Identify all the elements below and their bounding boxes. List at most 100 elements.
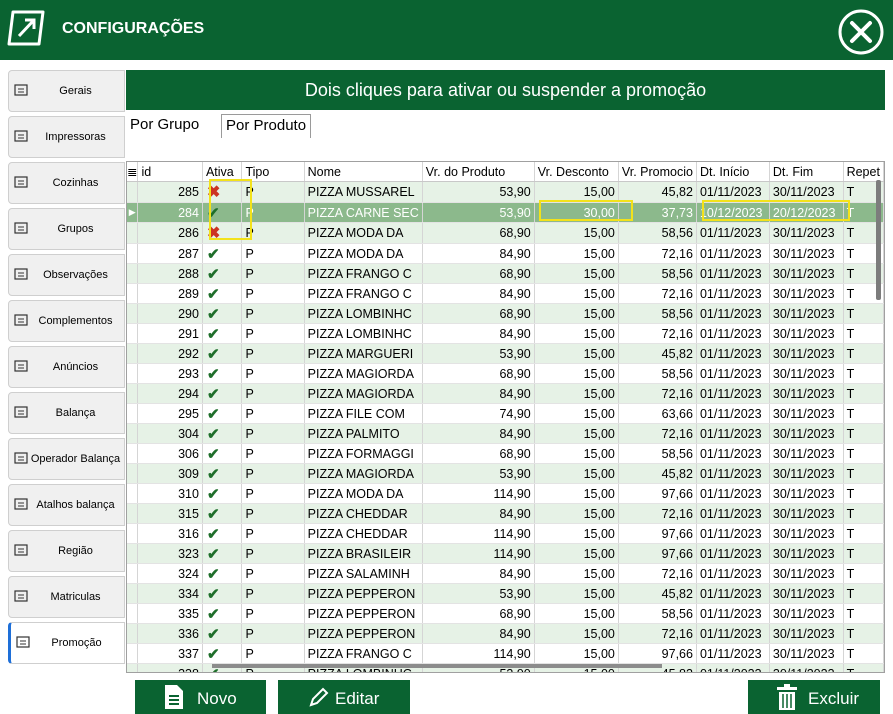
column-header[interactable]: Tipo	[241, 162, 305, 182]
table-row[interactable]: 336 ✔ P PIZZA PEPPERON 84,90 15,00 72,16 01/11/…	[127, 623, 884, 644]
sidebar-item-1[interactable]: Gerais	[8, 70, 125, 112]
active-check-icon: ✔	[202, 643, 243, 664]
sidebar-item-5[interactable]: Observações	[8, 254, 125, 296]
column-header[interactable]: Vr. do Produto	[422, 162, 535, 182]
sidebar-item-11[interactable]: Região	[8, 530, 125, 572]
sidebar-item-label: Promoção	[51, 637, 102, 649]
table-row[interactable]: 337 ✔ P PIZZA FRANGO C 114,90 15,00 97,66 01/11…	[127, 643, 884, 664]
delete-button-label: Excluir	[808, 689, 860, 708]
cell-rep: T	[843, 643, 884, 664]
table-row[interactable]: 292 ✔ P PIZZA MARGUERI 53,90 15,00 45,82 01/11/…	[127, 343, 884, 364]
column-header[interactable]: Nome	[304, 162, 423, 182]
cell-df: 20/12/2023	[769, 202, 844, 223]
table-row[interactable]: 285 ✖ P PIZZA MUSSAREL 53,90 15,00 45,82 01/11/…	[127, 181, 884, 203]
promotion-table: ≣ id Ativa Tipo Nome Vr. do Produto Vr. Descon…	[127, 162, 884, 672]
sidebar-item-9[interactable]: Operador Balança	[8, 438, 125, 480]
column-header[interactable]: Dt. Fim	[769, 162, 844, 182]
table-row[interactable]: ▶ 284 ✔ P PIZZA CARNE SEC 53,90 30,00 37,73 10/1…	[127, 202, 884, 223]
horizontal-scrollbar[interactable]	[212, 664, 662, 668]
sidebar-item-label: Impressoras	[45, 131, 106, 143]
cell-id: 334	[137, 583, 203, 604]
table-row[interactable]: 287 ✔ P PIZZA MODA DA 84,90 15,00 72,16 01/11/2…	[127, 243, 884, 264]
column-header[interactable]: Vr. Desconto	[534, 162, 619, 182]
table-row[interactable]: 295 ✔ P PIZZA FILE COM 74,90 15,00 63,66 01/11/…	[127, 403, 884, 424]
table-row[interactable]: 304 ✔ P PIZZA PALMITO 84,90 15,00 72,16 01/11/2…	[127, 423, 884, 444]
new-button[interactable]: Novo	[135, 680, 266, 714]
close-icon[interactable]	[837, 8, 885, 56]
cell-vpr: 37,73	[618, 202, 697, 223]
cell-id: 306	[137, 443, 203, 464]
table-row[interactable]: 334 ✔ P PIZZA PEPPERON 53,90 15,00 45,82 01/11/…	[127, 583, 884, 604]
row-indicator	[127, 583, 139, 604]
cell-tipo: P	[241, 483, 305, 504]
column-header[interactable]: Vr. Promocio	[618, 162, 697, 182]
pencil-icon	[309, 687, 329, 707]
table-row[interactable]: 323 ✔ P PIZZA BRASILEIR 114,90 15,00 97,66 01/1…	[127, 543, 884, 564]
column-header[interactable]: id	[137, 162, 203, 182]
cell-nome: PIZZA FRANGO C	[304, 643, 423, 664]
table-row[interactable]: 286 ✖ P PIZZA MODA DA 68,90 15,00 58,56 01/11/2…	[127, 222, 884, 244]
cell-di: 01/11/2023	[696, 483, 770, 504]
table-row[interactable]: 309 ✔ P PIZZA MAGIORDA 53,90 15,00 45,82 01/11/…	[127, 463, 884, 484]
table-row[interactable]: 315 ✔ P PIZZA CHEDDAR 84,90 15,00 72,16 01/11/2…	[127, 503, 884, 524]
table-row[interactable]: 306 ✔ P PIZZA FORMAGGI 68,90 15,00 58,56 01/11/…	[127, 443, 884, 464]
cell-tipo: P	[241, 303, 305, 324]
sidebar-item-6[interactable]: Complementos	[8, 300, 125, 342]
table-row[interactable]: 324 ✔ P PIZZA SALAMINH 84,90 15,00 72,16 01/11/…	[127, 563, 884, 584]
printer-icon	[14, 129, 28, 143]
tab-por-produto[interactable]: Por Produto	[221, 114, 312, 138]
cell-vd: 15,00	[534, 583, 619, 604]
active-check-icon: ✔	[202, 603, 243, 624]
column-header[interactable]: Ativa	[202, 162, 243, 182]
table-row[interactable]: 291 ✔ P PIZZA LOMBINHC 84,90 15,00 72,16 01/11/…	[127, 323, 884, 344]
edit-button-label: Editar	[335, 689, 380, 708]
sidebar-item-2[interactable]: Impressoras	[8, 116, 125, 158]
promotion-grid[interactable]: ≣ id Ativa Tipo Nome Vr. do Produto Vr. Descon…	[126, 161, 885, 673]
cell-vd: 15,00	[534, 343, 619, 364]
cell-rep: T	[843, 403, 884, 424]
column-header[interactable]: Repet	[843, 162, 884, 182]
cell-vpr: 58,56	[618, 263, 697, 284]
cell-vd: 15,00	[534, 403, 619, 424]
active-check-icon: ✔	[202, 403, 243, 424]
vertical-scrollbar[interactable]	[876, 180, 881, 300]
flag-icon	[14, 543, 28, 557]
cell-tipo: P	[241, 443, 305, 464]
cell-rep: T	[843, 563, 884, 584]
cell-df: 30/11/2023	[769, 503, 844, 524]
cell-rep: T	[843, 463, 884, 484]
sidebar-item-3[interactable]: Cozinhas	[8, 162, 125, 204]
sidebar-item-8[interactable]: Balança	[8, 392, 125, 434]
sidebar-item-7[interactable]: Anúncios	[8, 346, 125, 388]
table-row[interactable]: 294 ✔ P PIZZA MAGIORDA 84,90 15,00 72,16 01/11/…	[127, 383, 884, 404]
sidebar-item-10[interactable]: Atalhos balança	[8, 484, 125, 526]
table-row[interactable]: 335 ✔ P PIZZA PEPPERON 68,90 15,00 58,56 01/11/…	[127, 603, 884, 624]
cell-vp: 84,90	[422, 503, 535, 524]
delete-button[interactable]: Excluir	[748, 680, 880, 714]
document-icon	[14, 359, 28, 373]
table-row[interactable]: 289 ✔ P PIZZA FRANGO C 84,90 15,00 72,16 01/11/…	[127, 283, 884, 304]
clipboard-icon	[14, 267, 28, 281]
row-indicator	[127, 563, 139, 584]
table-row[interactable]: 310 ✔ P PIZZA MODA DA 114,90 15,00 97,66 01/11/…	[127, 483, 884, 504]
tab-por-grupo[interactable]: Por Grupo	[126, 114, 203, 138]
cell-df: 30/11/2023	[769, 243, 844, 264]
sidebar-item-4[interactable]: Grupos	[8, 208, 125, 250]
cell-df: 30/11/2023	[769, 323, 844, 344]
edit-button[interactable]: Editar	[278, 680, 410, 714]
cell-tipo: P	[241, 383, 305, 404]
cell-df: 30/11/2023	[769, 663, 844, 672]
cell-di: 01/11/2023	[696, 463, 770, 484]
cell-rep: T	[843, 423, 884, 444]
row-indicator	[127, 483, 139, 504]
column-header[interactable]: Dt. Início	[696, 162, 770, 182]
table-row[interactable]: 316 ✔ P PIZZA CHEDDAR 114,90 15,00 97,66 01/11/…	[127, 523, 884, 544]
table-row[interactable]: 288 ✔ P PIZZA FRANGO C 68,90 15,00 58,56 01/11/…	[127, 263, 884, 284]
sidebar-item-12[interactable]: Matriculas	[8, 576, 125, 618]
cell-vp: 53,90	[422, 583, 535, 604]
cell-df: 30/11/2023	[769, 543, 844, 564]
table-row[interactable]: 293 ✔ P PIZZA MAGIORDA 68,90 15,00 58,56 01/11/…	[127, 363, 884, 384]
sidebar-item-13[interactable]: Promoção	[8, 622, 125, 664]
cell-di: 01/11/2023	[696, 303, 770, 324]
table-row[interactable]: 290 ✔ P PIZZA LOMBINHC 68,90 15,00 58,56 01/11/…	[127, 303, 884, 324]
